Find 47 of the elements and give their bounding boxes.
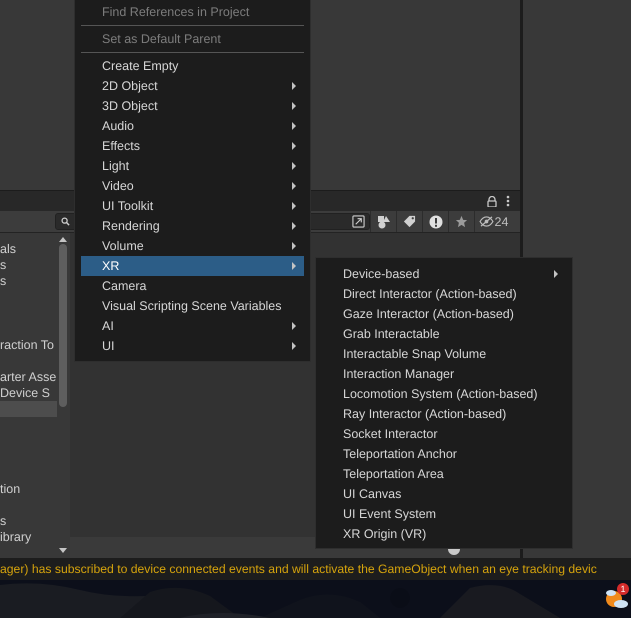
menu-item[interactable]: Light	[81, 156, 304, 176]
lock-icon[interactable]	[487, 196, 497, 206]
menu-item[interactable]: Audio	[81, 116, 304, 136]
list-item[interactable]: tion	[0, 481, 57, 497]
list-item[interactable]: Device S	[0, 385, 57, 401]
console-message[interactable]: ager) has subscribed to device connected events and will activate the GameObject when an eye tracking devic	[0, 562, 597, 576]
scroll-thumb[interactable]	[58, 244, 66, 407]
menu-item[interactable]: 3D Object	[81, 96, 304, 116]
list-item[interactable]: ibrary	[0, 529, 57, 545]
menu-item[interactable]: UI	[81, 336, 304, 356]
list-item[interactable]: s	[0, 257, 57, 273]
scroll-down-icon[interactable]	[58, 548, 66, 553]
eye-slash-icon	[478, 216, 494, 227]
menu-item[interactable]: Video	[81, 176, 304, 196]
menu-item[interactable]: Device-based	[322, 264, 566, 284]
menu-item[interactable]: Camera	[81, 276, 304, 296]
scroll-up-icon[interactable]	[58, 237, 66, 242]
more-icon[interactable]	[506, 195, 510, 207]
list-item[interactable]: s	[0, 513, 57, 529]
menu-item[interactable]: Teleportation Anchor	[322, 444, 566, 464]
menu-item[interactable]: Visual Scripting Scene Variables	[81, 296, 304, 316]
menu-item[interactable]: Grab Interactable	[322, 324, 566, 344]
menu-item[interactable]: Locomotion System (Action-based)	[322, 384, 566, 404]
menu-item[interactable]: Effects	[81, 136, 304, 156]
menu-item[interactable]: Volume	[81, 236, 304, 256]
search-icon	[61, 217, 70, 226]
menu-item[interactable]: Interactable Snap Volume	[322, 344, 566, 364]
list-item[interactable]: raction To	[0, 337, 57, 353]
menu-item[interactable]: Teleportation Area	[322, 464, 566, 484]
expand-icon[interactable]	[352, 215, 365, 228]
menu-item[interactable]: Socket Interactor	[322, 424, 566, 444]
menu-item[interactable]: Direct Interactor (Action-based)	[322, 284, 566, 304]
menu-item[interactable]: 2D Object	[81, 76, 304, 96]
menu-item[interactable]: UI Event System	[322, 504, 566, 524]
menu-item[interactable]: XR Origin (VR)	[322, 524, 566, 544]
menu-item[interactable]: XR	[81, 256, 304, 276]
list-item[interactable]: als	[0, 241, 57, 257]
list-item[interactable]: arter Asse	[0, 369, 57, 385]
menu-item[interactable]: AI	[81, 316, 304, 336]
menu-item[interactable]: Ray Interactor (Action-based)	[322, 404, 566, 424]
menu-item[interactable]: UI Canvas	[322, 484, 566, 504]
menu-item[interactable]: Gaze Interactor (Action-based)	[322, 304, 566, 324]
menu-item[interactable]: UI Toolkit	[81, 196, 304, 216]
menu-item[interactable]: Create Empty	[81, 56, 304, 76]
menu-item[interactable]: Interaction Manager	[322, 364, 566, 384]
list-item[interactable]: s	[0, 273, 57, 289]
menu-item[interactable]: Rendering	[81, 216, 304, 236]
